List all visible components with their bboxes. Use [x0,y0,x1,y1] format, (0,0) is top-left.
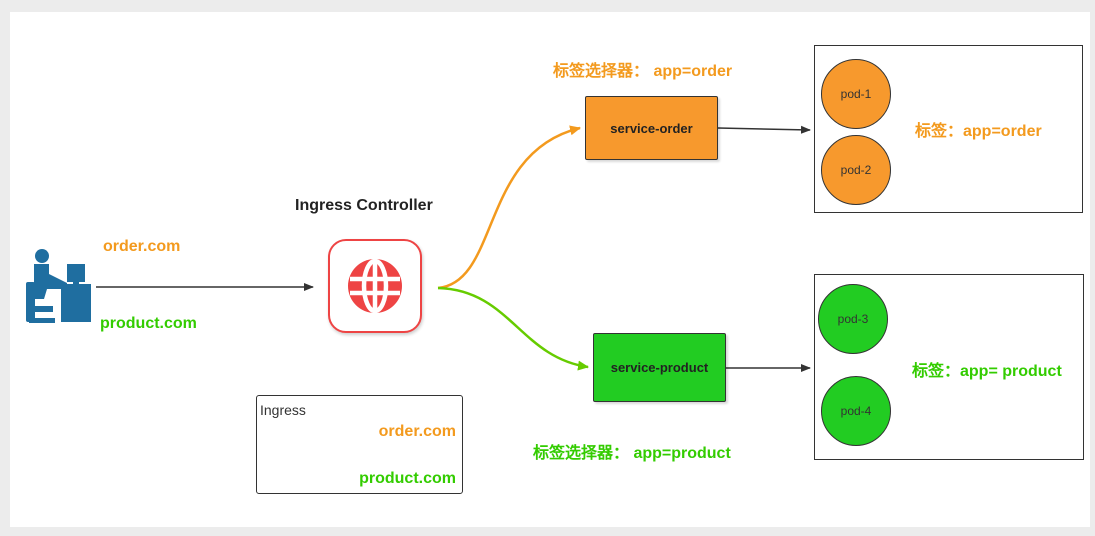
pod-circle-3: pod-3 [818,284,888,354]
ingress-rule-order: order.com [378,423,456,440]
ingress-controller-title: Ingress Controller [295,197,433,214]
ingress-to-service-order-arrow [437,125,581,290]
ingress-to-service-product-arrow [437,286,589,371]
globe-icon [348,258,402,314]
user-at-computer-icon [26,249,91,323]
pod-circle-4: pod-4 [821,376,891,446]
service-order-box: service-order [585,96,718,160]
pod-group-order-label: 标签：app=order [915,123,1042,140]
ingress-rule-product: product.com [359,470,456,487]
client-domain-product: product.com [100,315,197,332]
pod-group-product-label: 标签：app= product [912,363,1062,380]
ingress-resource-box: Ingress order.com product.com [256,395,463,494]
pod-group-order: pod-1 pod-2 标签：app=order [814,45,1083,213]
service-order-selector-label: 标签选择器： app=order [553,63,733,80]
diagram-canvas: order.com product.com Ingress Controller… [10,12,1090,527]
pod-circle-2: pod-2 [821,135,891,205]
service-order-to-pods-arrow [717,125,811,134]
pod-group-product: pod-3 pod-4 标签：app= product [814,274,1084,460]
pod-circle-1: pod-1 [821,59,891,129]
client-domain-order: order.com [103,238,181,255]
service-product-selector-label: 标签选择器： app=product [533,445,731,462]
service-product-box: service-product [593,333,726,402]
ingress-controller-node [328,239,422,333]
ingress-resource-title: Ingress [260,402,306,418]
